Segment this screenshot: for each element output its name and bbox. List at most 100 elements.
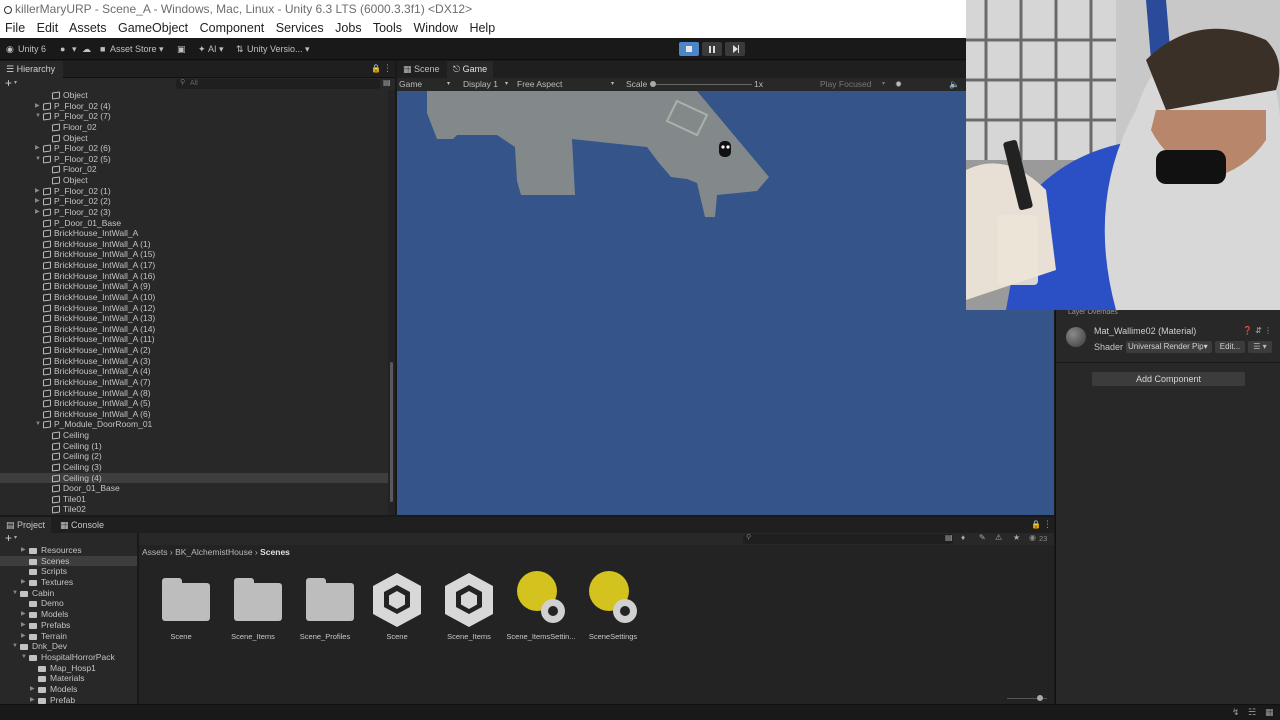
lock-icon[interactable]: 🔒 <box>371 64 381 73</box>
add-object-icon[interactable]: + <box>5 76 12 90</box>
shader-dropdown[interactable]: Universal Render Pip▾ <box>1126 341 1212 353</box>
project-tree-item[interactable]: ▶ Prefab <box>0 695 137 704</box>
expand-arrow-right-icon[interactable]: ▶ <box>30 684 35 695</box>
hierarchy-row[interactable]: BrickHouse_IntWall_A (13) <box>0 313 388 324</box>
more-options-icon[interactable]: ⋮ <box>383 63 392 74</box>
menu-assets[interactable]: Assets <box>69 21 107 35</box>
hierarchy-row[interactable]: BrickHouse_IntWall_A (11) <box>0 334 388 345</box>
play-focused-chevron-icon[interactable]: ▾ <box>882 78 885 91</box>
project-tree-item[interactable]: ▶ Terrain <box>0 631 137 642</box>
project-tree-item[interactable]: Demo <box>0 598 137 609</box>
hierarchy-row[interactable]: P_Door_01_Base <box>0 218 388 229</box>
filter-log-icon[interactable]: ✎ <box>979 533 986 542</box>
menu-jobs[interactable]: Jobs <box>335 21 361 35</box>
project-tree-item[interactable]: Scenes <box>0 555 137 567</box>
account-dropdown[interactable]: ▾ <box>72 42 77 56</box>
hierarchy-row[interactable]: BrickHouse_IntWall_A (2) <box>0 345 388 356</box>
debug-icon[interactable]: ▦ <box>1265 707 1274 718</box>
project-tree-item[interactable]: ▶ Models <box>0 684 137 695</box>
hierarchy-scroll-thumb[interactable] <box>390 362 393 502</box>
hierarchy-row[interactable]: BrickHouse_IntWall_A (9) <box>0 281 388 292</box>
expand-arrow-right-icon[interactable]: ▶ <box>35 143 40 154</box>
breadcrumb-assets[interactable]: Assets <box>142 547 168 557</box>
create-asset-icon[interactable]: + <box>5 533 12 545</box>
version-control-button[interactable]: Unity Versio... ▾ <box>247 42 310 56</box>
project-lock-icon[interactable]: 🔒 <box>1031 520 1041 529</box>
hierarchy-row[interactable]: BrickHouse_IntWall_A (5) <box>0 398 388 409</box>
hierarchy-row[interactable]: Floor_02 <box>0 164 388 175</box>
unity-version-label[interactable]: Unity 6 <box>18 42 46 56</box>
hierarchy-row[interactable]: Ceiling (4) <box>0 472 388 484</box>
expand-arrow-down-icon[interactable]: ▼ <box>21 652 27 663</box>
expand-arrow-right-icon[interactable]: ▶ <box>21 631 26 642</box>
kebab-icon[interactable]: ⋮ <box>1264 326 1272 335</box>
project-tree-item[interactable]: ▶ Prefabs <box>0 620 137 631</box>
hierarchy-row[interactable]: BrickHouse_IntWall_A (10) <box>0 292 388 303</box>
expand-arrow-right-icon[interactable]: ▶ <box>35 207 40 218</box>
project-tree-item[interactable]: ▶ Resources <box>0 545 137 556</box>
project-tree-item[interactable]: Scripts <box>0 566 137 577</box>
mode-chevron-icon[interactable]: ▾ <box>447 78 450 91</box>
warning-icon[interactable]: ⚠ <box>995 533 1002 542</box>
help-icon[interactable]: ❓ <box>1243 326 1253 335</box>
hierarchy-row[interactable]: Object <box>0 175 388 186</box>
cloud-icon[interactable]: ☁ <box>82 42 91 56</box>
hierarchy-row[interactable]: BrickHouse_IntWall_A (6) <box>0 409 388 420</box>
project-more-icon[interactable]: ⋮ <box>1043 519 1052 530</box>
hierarchy-row[interactable]: Floor_02 <box>0 122 388 133</box>
hierarchy-row[interactable]: BrickHouse_IntWall_A (14) <box>0 324 388 335</box>
hierarchy-list[interactable]: Object ▶ P_Floor_02 (4) ▼ P_Floor_02 (7) Floo… <box>0 90 388 515</box>
hierarchy-row[interactable]: BrickHouse_IntWall_A (1) <box>0 239 388 250</box>
hierarchy-row[interactable]: BrickHouse_IntWall_A (4) <box>0 366 388 377</box>
expand-arrow-right-icon[interactable]: ▶ <box>35 196 40 207</box>
play-stop-button[interactable] <box>679 42 699 56</box>
hierarchy-row[interactable]: Ceiling <box>0 430 388 441</box>
search-options-icon[interactable]: ▤ <box>383 78 391 87</box>
hierarchy-row[interactable]: BrickHouse_IntWall_A <box>0 228 388 239</box>
hierarchy-row[interactable]: Ceiling (2) <box>0 451 388 462</box>
hierarchy-row[interactable]: ▼ P_Floor_02 (5) <box>0 154 388 165</box>
icon-size-slider-handle[interactable] <box>1037 695 1043 701</box>
expand-arrow-right-icon[interactable]: ▶ <box>35 186 40 197</box>
aspect-dropdown[interactable]: Free Aspect <box>517 78 562 91</box>
tab-console[interactable]: ▦ Console <box>54 517 110 533</box>
expand-arrow-right-icon[interactable]: ▶ <box>21 620 26 631</box>
expand-arrow-right-icon[interactable]: ▶ <box>21 609 26 620</box>
project-tree-item[interactable]: ▶ Models <box>0 609 137 620</box>
hierarchy-row[interactable]: BrickHouse_IntWall_A (8) <box>0 388 388 399</box>
visibility-count-icon[interactable]: ◉ <box>1029 533 1036 542</box>
hierarchy-row[interactable]: ▶ P_Floor_02 (2) <box>0 196 388 207</box>
filter-label-icon[interactable]: ♦ <box>961 533 965 542</box>
network-icon[interactable]: ☵ <box>1248 707 1256 718</box>
project-tree-item[interactable]: ▼ HospitalHorrorPack <box>0 652 137 663</box>
account-icon[interactable]: ● <box>60 42 65 56</box>
play-focused-dropdown[interactable]: Play Focused <box>820 78 872 91</box>
expand-arrow-down-icon[interactable]: ▼ <box>35 419 41 430</box>
game-viewport[interactable] <box>397 91 1054 515</box>
hierarchy-row[interactable]: ▼ P_Floor_02 (7) <box>0 111 388 122</box>
tab-game[interactable]: ⎋ Game <box>447 61 494 78</box>
project-tree-item[interactable]: ▶ Textures <box>0 577 137 588</box>
hierarchy-row[interactable]: Ceiling (1) <box>0 441 388 452</box>
pause-button[interactable] <box>702 42 722 56</box>
menu-gameobject[interactable]: GameObject <box>118 21 188 35</box>
project-search-input[interactable] <box>743 534 953 544</box>
create-chevron-icon[interactable]: ▾ <box>14 534 17 541</box>
hierarchy-row[interactable]: Object <box>0 133 388 144</box>
tab-scene[interactable]: ▦ Scene <box>397 61 446 78</box>
breadcrumb-scenes[interactable]: Scenes <box>260 547 290 557</box>
hierarchy-row[interactable]: Object <box>0 90 388 101</box>
add-dropdown-chevron-icon[interactable]: ▾ <box>14 79 17 86</box>
aspect-chevron-icon[interactable]: ▾ <box>611 78 614 91</box>
hierarchy-row[interactable]: Tile01 <box>0 494 388 505</box>
hierarchy-row[interactable]: BrickHouse_IntWall_A (12) <box>0 303 388 314</box>
hierarchy-row[interactable]: Tile02 <box>0 504 388 515</box>
expand-arrow-right-icon[interactable]: ▶ <box>21 545 26 556</box>
expand-arrow-down-icon[interactable]: ▼ <box>12 641 18 652</box>
favorite-star-icon[interactable]: ★ <box>1013 533 1020 542</box>
hierarchy-row[interactable]: ▶ P_Floor_02 (1) <box>0 186 388 197</box>
package-icon[interactable]: ▣ <box>177 42 186 56</box>
expand-arrow-right-icon[interactable]: ▶ <box>21 577 26 588</box>
unity-account-icon[interactable]: ◉ <box>6 42 14 56</box>
hierarchy-search-input[interactable]: All <box>176 79 380 89</box>
